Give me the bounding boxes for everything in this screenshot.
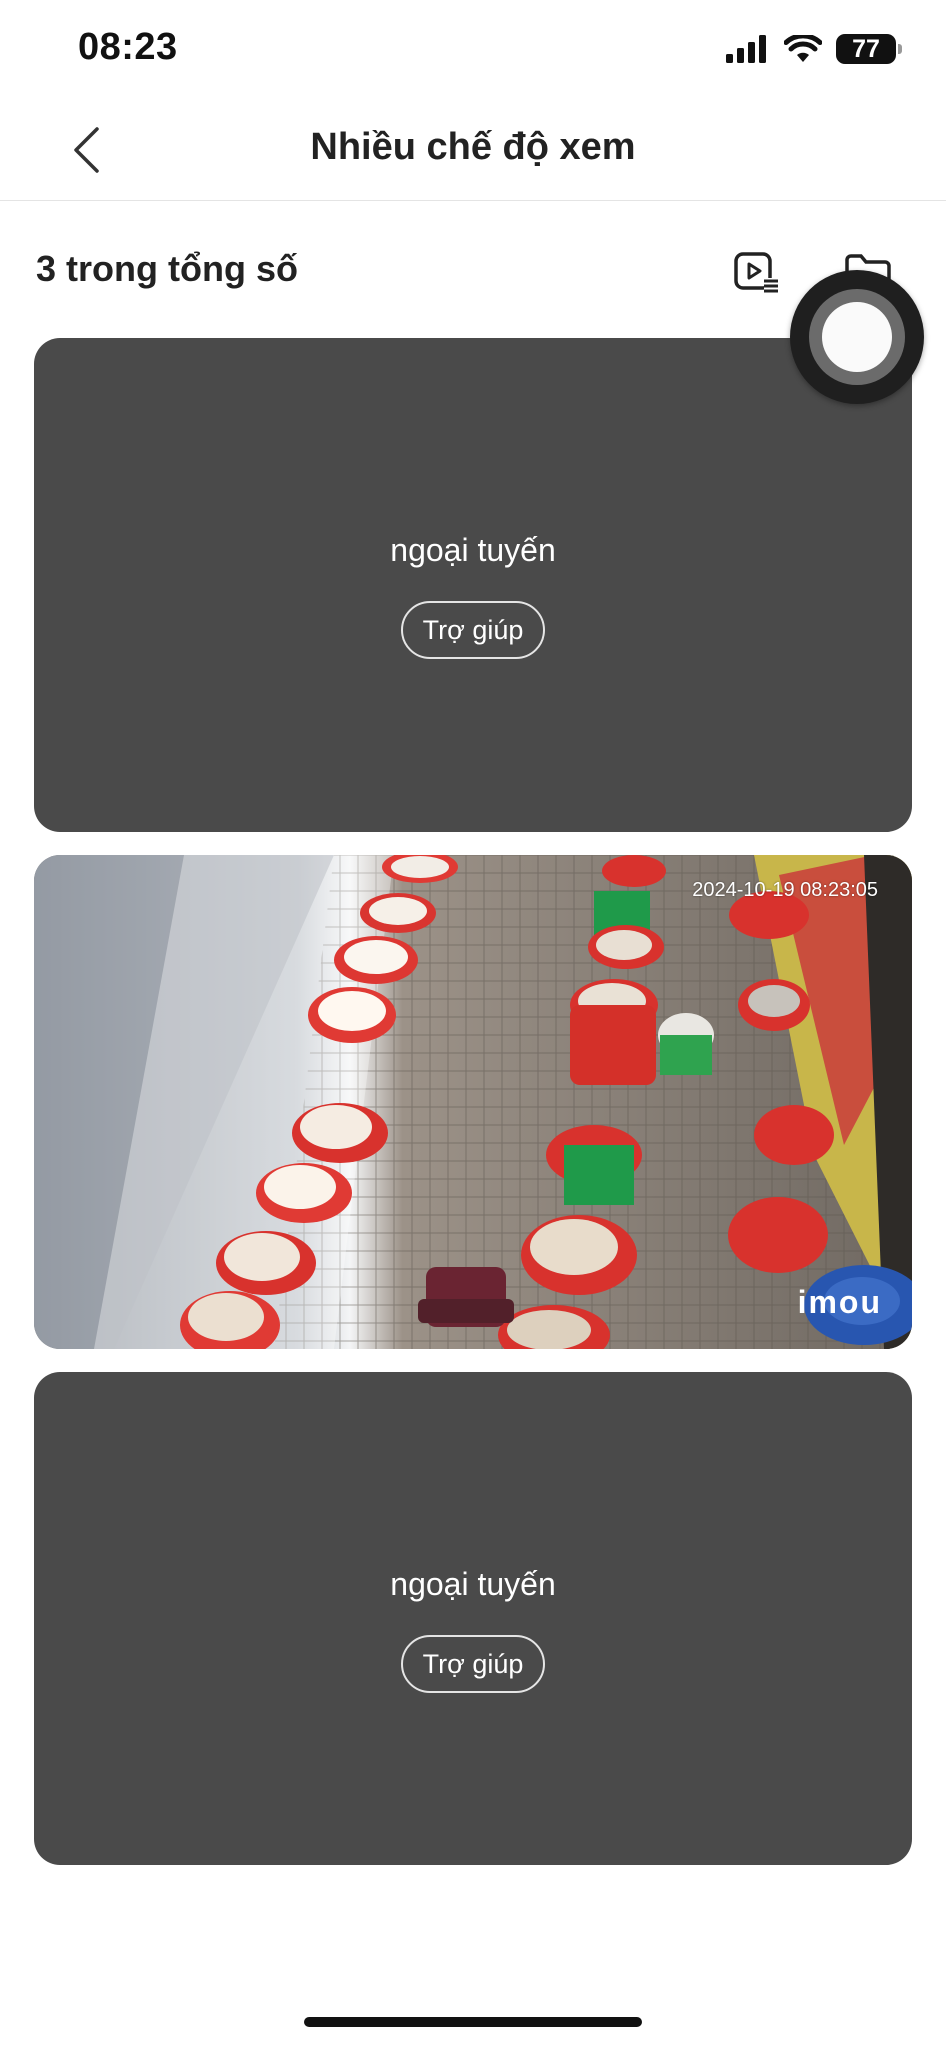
wifi-icon (784, 35, 822, 62)
assistive-touch-button[interactable] (790, 270, 924, 404)
help-button[interactable]: Trợ giúp (401, 1635, 545, 1693)
battery-icon: 77 (836, 34, 902, 64)
camera-card-offline[interactable]: ngoại tuyến Trợ giúp (34, 1372, 912, 1865)
brand-watermark: imou (797, 1284, 882, 1320)
status-icons: 77 (726, 34, 902, 64)
status-bar: 08:23 77 (0, 0, 946, 100)
video-playlist-icon (734, 252, 780, 293)
page-title: Nhiều chế độ xem (310, 126, 636, 168)
nav-bar: Nhiều chế độ xem (0, 100, 946, 201)
home-indicator[interactable] (304, 2017, 642, 2027)
assistive-touch-ring (809, 289, 905, 385)
status-time: 08:23 (78, 26, 178, 68)
playback-button[interactable] (730, 246, 782, 298)
signal-icon (726, 35, 766, 63)
offline-status: ngoại tuyến (390, 1566, 556, 1602)
feed-timestamp: 2024-10-19 08:23:05 (692, 879, 878, 901)
help-button[interactable]: Trợ giúp (401, 601, 545, 659)
battery-level: 77 (852, 34, 880, 63)
camera-card-offline[interactable]: ngoại tuyến Trợ giúp (34, 338, 912, 832)
camera-feed-live[interactable]: 2024-10-19 08:23:05 imou (34, 855, 912, 1349)
camera-count: 3 trong tổng số (36, 248, 298, 289)
camera-feed-image (34, 855, 912, 1349)
assistive-touch-dot (822, 302, 892, 372)
offline-status: ngoại tuyến (390, 532, 556, 568)
